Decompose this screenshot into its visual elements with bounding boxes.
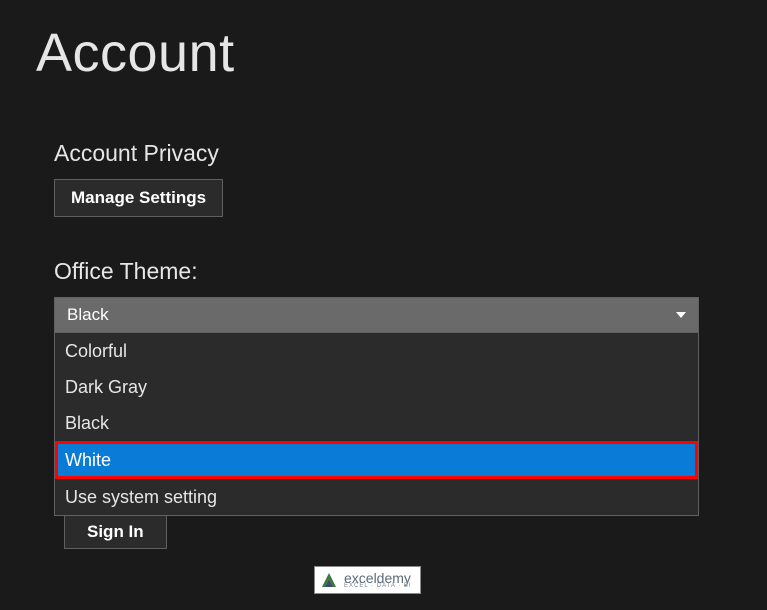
account-privacy-section: Account Privacy Manage Settings [54,140,223,217]
office-theme-options-list: ColorfulDark GrayBlackWhiteUse system se… [54,333,699,516]
office-theme-selected-label: Black [67,305,109,325]
office-theme-dropdown[interactable]: Black ColorfulDark GrayBlackWhiteUse sys… [54,297,699,516]
office-theme-section: Office Theme: Black ColorfulDark GrayBla… [54,258,699,516]
account-privacy-heading: Account Privacy [54,140,223,167]
office-theme-option[interactable]: Use system setting [55,479,698,515]
manage-settings-button[interactable]: Manage Settings [54,179,223,217]
office-theme-option[interactable]: White [55,441,698,479]
office-theme-heading: Office Theme: [54,258,699,285]
exceldemy-watermark: exceldemy EXCEL · DATA · BI [314,566,421,594]
exceldemy-tagline: EXCEL · DATA · BI [344,583,412,589]
office-theme-selected[interactable]: Black [54,297,699,333]
exceldemy-logo-icon [319,570,339,590]
office-theme-option[interactable]: Colorful [55,333,698,369]
sign-in-button[interactable]: Sign In [64,515,167,549]
page-title: Account [36,22,235,84]
office-theme-option[interactable]: Black [55,405,698,441]
office-theme-option[interactable]: Dark Gray [55,369,698,405]
account-page: Account Account Privacy Manage Settings … [0,0,767,610]
chevron-down-icon [676,312,686,318]
